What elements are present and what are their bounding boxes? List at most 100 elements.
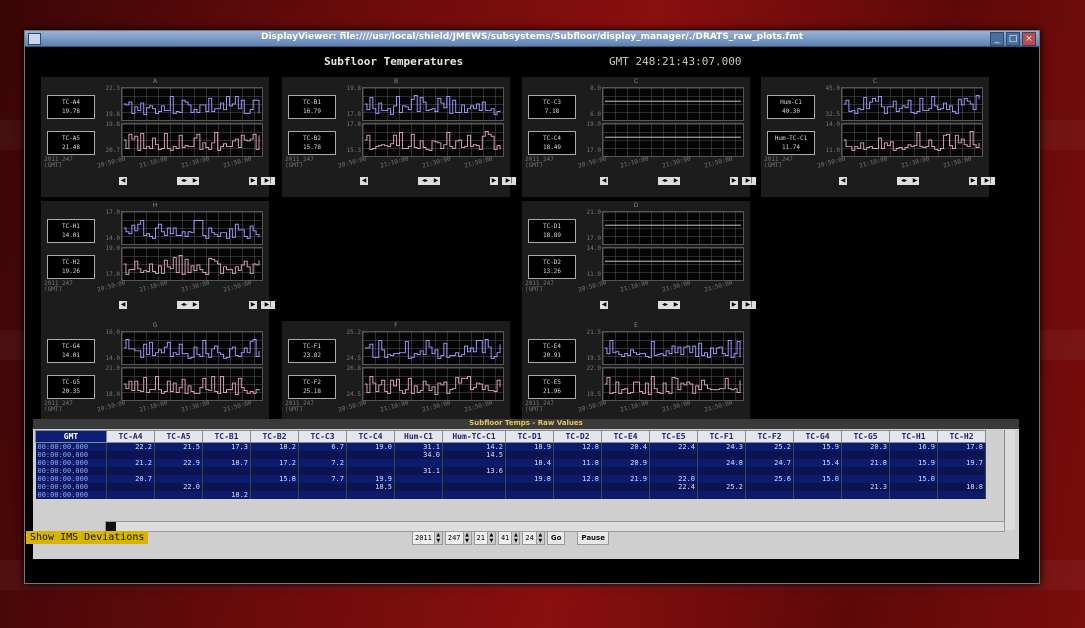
step-forward-icon[interactable]: ▶ [249, 301, 257, 309]
scroll-thumb[interactable] [106, 522, 116, 531]
strip-chart[interactable] [121, 211, 263, 245]
strip-chart[interactable] [602, 87, 744, 121]
strip-chart[interactable] [602, 123, 744, 157]
sensor-value-box[interactable]: TC-D1 18.89 [528, 219, 576, 243]
strip-chart[interactable] [362, 331, 504, 365]
step-forward-icon[interactable]: ▶ [191, 301, 199, 309]
column-header[interactable]: TC-D2 [553, 430, 602, 443]
sensor-value-box[interactable]: Hum-C1 40.30 [767, 95, 815, 119]
column-header[interactable]: TC-G4 [793, 430, 842, 443]
table-row[interactable]: 00:00:00.000 20.7 15.8 7.7 19.9 19.8 12.8 21.9 2… [35, 475, 986, 483]
spinner-arrows-icon[interactable]: ▲ ▼ [462, 532, 471, 544]
column-header[interactable]: TC-A4 [106, 430, 155, 443]
spinner-arrows-icon[interactable]: ▲ ▼ [486, 532, 495, 544]
step-back-icon[interactable]: ◀ [360, 177, 368, 185]
end-icon[interactable]: ▶| [261, 301, 275, 309]
strip-chart[interactable] [121, 123, 263, 157]
strip-chart[interactable] [841, 87, 983, 121]
spinner-arrows-icon[interactable]: ▲ ▼ [433, 532, 442, 544]
sensor-value-box[interactable]: TC-B1 16.79 [288, 95, 336, 119]
strip-chart[interactable] [362, 87, 504, 121]
spinner-arrows-icon[interactable]: ▲ ▼ [535, 532, 544, 544]
column-header[interactable]: TC-F2 [745, 430, 794, 443]
sensor-value-box[interactable]: TC-G5 20.35 [47, 375, 95, 399]
sensor-value-box[interactable]: TC-B2 15.78 [288, 131, 336, 155]
sensor-value-box[interactable]: TC-C4 18.49 [528, 131, 576, 155]
maximize-icon[interactable]: □ [1006, 32, 1020, 46]
column-header[interactable]: Hum-C1 [394, 430, 443, 443]
step-back-icon[interactable]: ◀ [600, 301, 608, 309]
step-back-icon[interactable]: ◀ [119, 177, 127, 185]
step-back-icon[interactable]: ◀ [119, 301, 127, 309]
end-icon[interactable]: ▶| [742, 177, 756, 185]
second-spinner[interactable]: 24 ▲ ▼ [522, 531, 545, 545]
sensor-value-box[interactable]: TC-F2 25.18 [288, 375, 336, 399]
end-icon[interactable]: ▶| [261, 177, 275, 185]
table-row[interactable]: 00:00:00.000 22.0 18.5 22.4 25.2 21.3 18.8 [35, 483, 986, 491]
step-forward-icon[interactable]: ▶ [191, 177, 199, 185]
step-back-icon[interactable]: ◀ [839, 177, 847, 185]
step-forward-icon[interactable]: ▶ [911, 177, 919, 185]
hour-spinner[interactable]: 21 ▲ ▼ [473, 531, 496, 545]
show-ims-deviations-button[interactable]: Show IMS Deviations [26, 531, 149, 544]
day-spinner[interactable]: 247 ▲ ▼ [444, 531, 472, 545]
table-row[interactable]: 00:00:00.000 31.1 13.6 [35, 467, 986, 475]
strip-chart[interactable] [362, 367, 504, 401]
zoom-fit-icon[interactable]: ◂▸ [658, 177, 672, 185]
column-header[interactable]: TC-B1 [202, 430, 251, 443]
strip-chart[interactable] [121, 367, 263, 401]
go-button[interactable]: Go [546, 531, 566, 545]
raw-values-table[interactable]: GMT TC-A4 TC-A5 TC-B1 TC-B2 TC-C3 TC-C4 Hum-C1 H… [35, 430, 986, 499]
column-header[interactable]: TC-B2 [250, 430, 299, 443]
step-forward-icon[interactable]: ▶ [249, 177, 257, 185]
close-icon[interactable]: × [1022, 32, 1036, 46]
step-forward-icon[interactable]: ▶ [730, 177, 738, 185]
table-vertical-scrollbar[interactable] [1004, 430, 1015, 530]
sensor-value-box[interactable]: TC-H1 14.01 [47, 219, 95, 243]
table-row[interactable]: 00:00:00.000 21.2 22.9 18.7 17.2 7.2 18.4 11.8 2… [35, 459, 986, 467]
sensor-value-box[interactable]: TC-E5 21.96 [528, 375, 576, 399]
zoom-fit-icon[interactable]: ◂▸ [418, 177, 432, 185]
step-forward-icon[interactable]: ▶ [969, 177, 977, 185]
sensor-value-box[interactable]: TC-C3 7.18 [528, 95, 576, 119]
step-forward-icon[interactable]: ▶ [672, 301, 680, 309]
year-spinner[interactable]: 2011 ▲ ▼ [412, 531, 443, 545]
step-forward-icon[interactable]: ▶ [490, 177, 498, 185]
sensor-value-box[interactable]: Hum-TC-C1 11.74 [767, 131, 815, 155]
table-row[interactable]: 00:00:00.000 34.0 14.5 [35, 451, 986, 459]
column-header[interactable]: TC-F1 [697, 430, 746, 443]
column-header[interactable]: TC-H2 [937, 430, 986, 443]
step-forward-icon[interactable]: ▶ [730, 301, 738, 309]
minimize-icon[interactable]: _ [990, 32, 1004, 46]
window-titlebar[interactable]: DisplayViewer: file:////usr/local/shield… [25, 31, 1039, 47]
column-header[interactable]: TC-C4 [346, 430, 395, 443]
zoom-fit-icon[interactable]: ◂▸ [177, 177, 191, 185]
step-forward-icon[interactable]: ▶ [672, 177, 680, 185]
column-header[interactable]: TC-E5 [649, 430, 698, 443]
strip-chart[interactable] [602, 331, 744, 365]
column-header[interactable]: TC-E4 [601, 430, 650, 443]
strip-chart[interactable] [121, 87, 263, 121]
end-icon[interactable]: ▶| [742, 301, 756, 309]
strip-chart[interactable] [602, 247, 744, 281]
strip-chart[interactable] [362, 123, 504, 157]
column-header[interactable]: TC-G5 [841, 430, 890, 443]
column-header[interactable]: TC-A5 [154, 430, 203, 443]
sensor-value-box[interactable]: TC-F1 23.82 [288, 339, 336, 363]
zoom-fit-icon[interactable]: ◂▸ [177, 301, 191, 309]
spinner-arrows-icon[interactable]: ▲ ▼ [511, 532, 520, 544]
strip-chart[interactable] [602, 367, 744, 401]
column-header[interactable]: TC-H1 [889, 430, 938, 443]
minute-spinner[interactable]: 41 ▲ ▼ [497, 531, 521, 545]
step-forward-icon[interactable]: ▶ [432, 177, 440, 185]
end-icon[interactable]: ▶| [981, 177, 995, 185]
sensor-value-box[interactable]: TC-D2 13.26 [528, 255, 576, 279]
sensor-value-box[interactable]: TC-A5 21.48 [47, 131, 95, 155]
column-header[interactable]: TC-D1 [505, 430, 554, 443]
strip-chart[interactable] [841, 123, 983, 157]
strip-chart[interactable] [121, 247, 263, 281]
column-header[interactable]: TC-C3 [298, 430, 347, 443]
strip-chart[interactable] [602, 211, 744, 245]
zoom-fit-icon[interactable]: ◂▸ [897, 177, 911, 185]
step-back-icon[interactable]: ◀ [600, 177, 608, 185]
